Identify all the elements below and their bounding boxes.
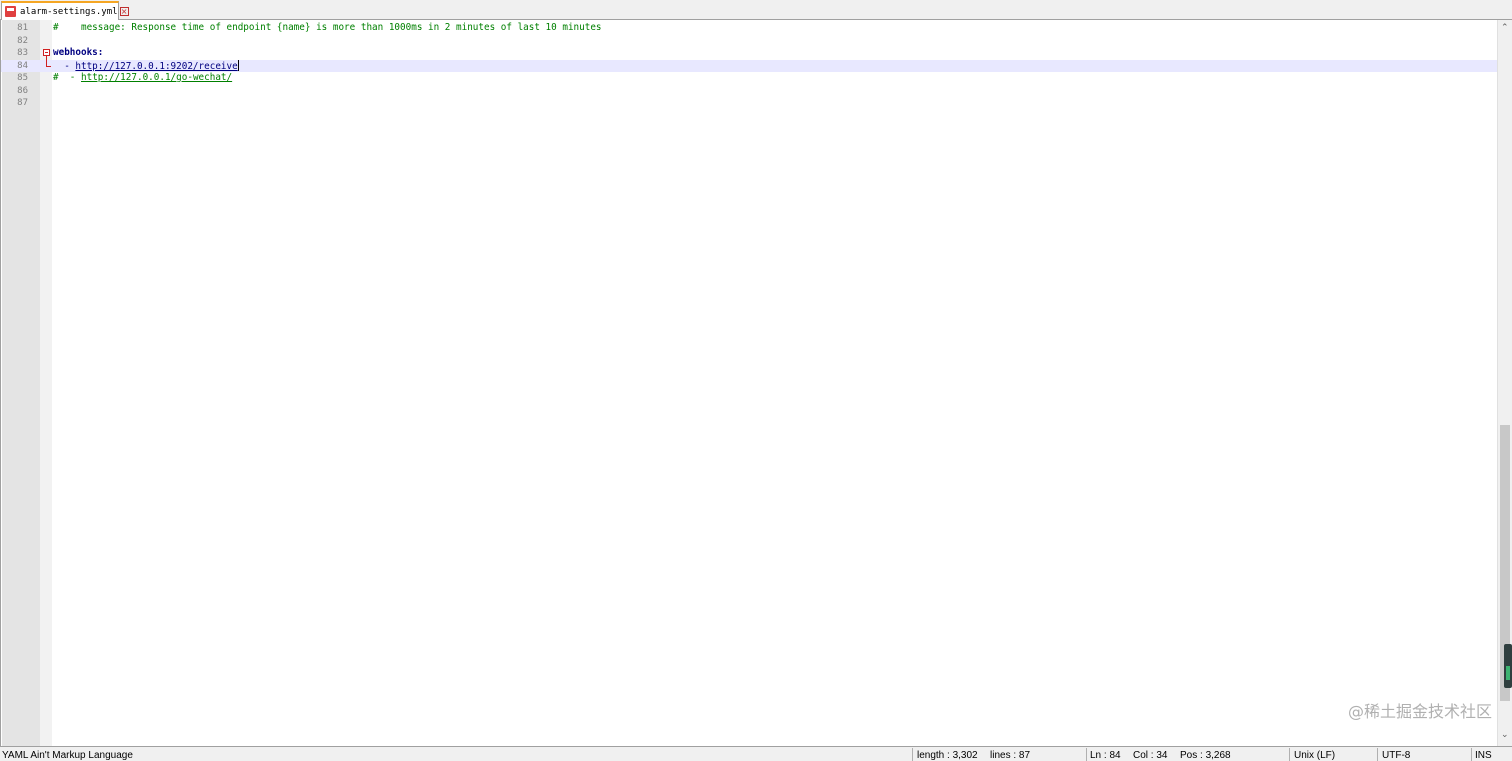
status-eol: Unix (LF) [1294,750,1336,761]
editor-line: 83 webhooks: [1,47,1497,60]
status-insert-mode: INS [1475,750,1492,761]
fold-toggle-icon[interactable] [43,49,50,56]
status-divider [1086,748,1087,761]
line-text: - http://127.0.0.1:9202/receive [53,59,239,74]
line-number: 87 [17,98,28,108]
editor-line: 87 [1,97,1497,110]
line-number: 84 [17,60,28,71]
fold-margin[interactable] [40,20,52,746]
close-tab-icon[interactable]: × [119,7,129,16]
vertical-scrollbar[interactable]: ⌃ ⌄ [1497,20,1512,746]
status-divider [1289,748,1290,761]
status-bar: YAML Ain't Markup Language length : 3,30… [0,746,1512,761]
line-number: 86 [17,85,28,96]
status-col: Col : 34 [1133,750,1168,761]
scroll-down-icon[interactable]: ⌄ [1501,730,1509,740]
tab-bar: alarm-settings.yml × [0,0,1512,20]
commented-url-link[interactable]: http://127.0.0.1/go-wechat/ [81,72,232,83]
file-tab[interactable]: alarm-settings.yml × [1,1,129,20]
webhook-url-link[interactable]: http://127.0.0.1:9202/receive [75,61,237,72]
line-number: 81 [17,23,28,33]
status-encoding: UTF-8 [1382,750,1411,761]
line-text: # - http://127.0.0.1/go-wechat/ [53,72,232,85]
line-number: 82 [17,35,28,46]
list-dash: - [53,60,76,72]
yaml-key-webhooks: webhooks: [53,47,104,58]
status-length: length : 3,302 [917,750,978,761]
scroll-up-icon[interactable]: ⌃ [1501,23,1509,33]
fold-end-marker [46,66,51,67]
status-divider [912,748,913,761]
status-ln: Ln : 84 [1090,750,1121,761]
line-text: # message: Response time of endpoint {na… [53,22,602,33]
tab-label: alarm-settings.yml [20,6,118,17]
status-divider [1377,748,1378,761]
document-map-marker [1504,644,1512,688]
status-lines: lines : 87 [990,750,1031,761]
status-pos: Pos : 3,268 [1180,750,1231,761]
status-divider [1471,748,1472,761]
editor-line-current: 84 - http://127.0.0.1:9202/receive [1,59,1497,74]
text-caret [237,59,239,71]
line-number-gutter [2,20,40,746]
status-language: YAML Ain't Markup Language [2,750,133,761]
line-number: 83 [17,48,28,58]
editor-line: 81 # message: Response time of endpoint … [1,22,1497,35]
editor-line: 85 # - http://127.0.0.1/go-wechat/ [1,72,1497,85]
watermark: @稀土掘金技术社区 [1347,702,1492,721]
comment-prefix: # - [53,72,81,83]
fold-line [46,56,47,66]
unsaved-file-icon [5,6,16,17]
editor-line: 86 [1,85,1497,98]
editor-line: 82 [1,35,1497,48]
code-editor[interactable]: 81 # message: Response time of endpoint … [0,20,1512,746]
line-number: 85 [17,73,28,83]
